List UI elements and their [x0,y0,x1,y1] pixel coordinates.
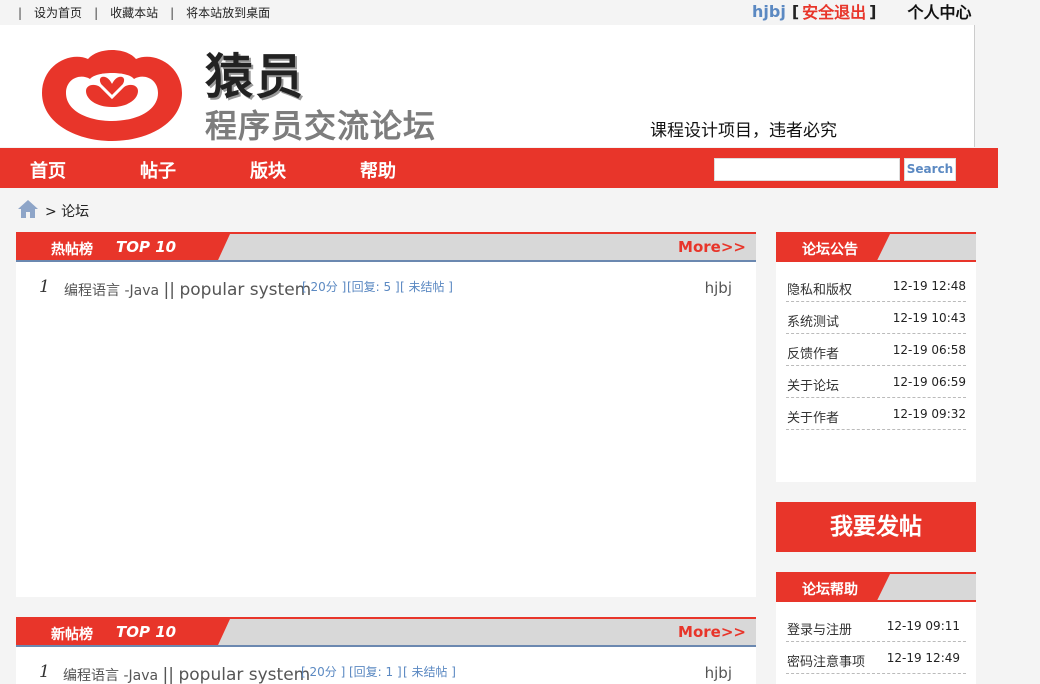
main-nav: 首页 帖子 版块 帮助 Search [0,148,998,188]
nav-item-home[interactable]: 首页 [30,157,66,183]
post-replies: [回复: 1 ] [349,665,402,679]
post-separator: || [163,280,176,300]
list-item: 1 编程语言 -Java || popular system [ 20分 ] [… [16,661,756,684]
site-header: 猿员 程序员交流论坛 课程设计项目，违者必究 [0,25,975,147]
logo-icon[interactable] [36,41,188,149]
slogan: 课程设计项目，违者必究 [650,121,837,141]
new-post-button[interactable]: 我要发帖 [776,502,976,552]
top-links: | 设为首页 | 收藏本站 | 将本站放到桌面 [18,4,282,21]
separator: | [18,5,23,20]
post-title: popular system [179,280,312,300]
separator: | [94,5,99,20]
help-item: 登录与注册 12-19 09:11 [786,610,966,642]
logout-link[interactable]: 安全退出 [802,0,866,23]
announcements-panel: 论坛公告 隐私和版权 12-19 12:48 系统测试 12-19 10:43 … [776,232,976,482]
bracket-close: ] [869,1,877,21]
search-button[interactable]: Search [904,158,956,181]
announcement-date: 12-19 10:43 [892,311,966,325]
new-posts-title: 新帖榜 [51,627,93,643]
post-category: 编程语言 [63,668,119,684]
home-icon[interactable] [17,199,39,223]
announcement-item: 关于作者 12-19 09:32 [786,398,966,430]
user-center-link[interactable]: 个人中心 [907,0,971,23]
hot-posts-panel: 热帖榜 TOP 10 More>> 1 编程语言 -Java || popula… [16,232,756,597]
help-panel: 论坛帮助 登录与注册 12-19 09:11 密码注意事项 12-19 12:4… [776,572,976,684]
announcements-header: 论坛公告 [776,232,976,262]
nav-item-boards[interactable]: 版块 [250,157,286,183]
announcement-link[interactable]: 关于论坛 [787,375,839,394]
post-status: [ 未结帖 ] [400,280,453,294]
announcement-item: 反馈作者 12-19 06:58 [786,334,966,366]
announcement-item: 隐私和版权 12-19 12:48 [786,270,966,302]
nav-item-posts[interactable]: 帖子 [140,157,176,183]
post-replies: [回复: 5 ] [347,280,400,294]
brand-subtitle: 程序员交流论坛 [205,107,437,145]
hot-posts-title: 热帖榜 [51,242,93,258]
rank-number: 1 [39,277,50,297]
post-score: [ 20分 ] [301,665,346,679]
post-title: popular system [178,665,311,684]
announcement-date: 12-19 06:59 [892,375,966,389]
announcement-item: 关于论坛 12-19 06:59 [786,366,966,398]
username[interactable]: hjbj [752,2,786,21]
rank-number: 1 [39,662,50,682]
bookmark-link[interactable]: 收藏本站 [110,4,158,21]
help-header: 论坛帮助 [776,572,976,602]
help-date: 12-19 09:11 [886,619,960,633]
new-posts-header: 新帖榜 TOP 10 More>> [16,617,756,647]
new-more-link[interactable]: More>> [678,623,746,641]
set-homepage-link[interactable]: 设为首页 [34,4,82,21]
hot-more-link[interactable]: More>> [678,238,746,256]
help-date: 12-19 12:49 [886,651,960,665]
post-author[interactable]: hjbj [705,279,732,297]
post-link[interactable]: 编程语言 -Java || popular system [63,665,310,684]
top10-label: TOP 10 [116,623,177,641]
help-link[interactable]: 登录与注册 [787,619,852,638]
announcement-date: 12-19 09:32 [892,407,966,421]
announcement-date: 12-19 06:58 [892,343,966,357]
help-title: 论坛帮助 [802,582,858,598]
post-separator: || [162,665,175,684]
user-box: hjbj [ 安全退出 ] 个人中心 [752,0,971,23]
announcement-item: 系统测试 12-19 10:43 [786,302,966,334]
brand-name: 猿员 [205,49,306,105]
announcement-link[interactable]: 关于作者 [787,407,839,426]
breadcrumb: > 论坛 [17,199,89,223]
nav-item-help[interactable]: 帮助 [360,157,396,183]
bracket-open: [ [791,1,800,21]
announcements-title: 论坛公告 [802,242,858,258]
announcement-link[interactable]: 反馈作者 [787,343,839,362]
new-posts-panel: 新帖榜 TOP 10 More>> 1 编程语言 -Java || popula… [16,617,756,684]
help-item: 密码注意事项 12-19 12:49 [786,642,966,674]
desktop-shortcut-link[interactable]: 将本站放到桌面 [186,4,270,21]
list-item: 1 编程语言 -Java || popular system [ 20分 ] [… [16,276,756,300]
post-score: [ 20分 ] [302,280,347,294]
post-language: Java [129,283,160,299]
announcement-date: 12-19 12:48 [892,279,966,293]
top10-label: TOP 10 [116,238,177,256]
breadcrumb-text: > 论坛 [45,204,90,220]
announcement-link[interactable]: 系统测试 [787,311,839,330]
hot-posts-header: 热帖榜 TOP 10 More>> [16,232,756,262]
search-input[interactable] [714,158,900,181]
post-author[interactable]: hjbj [705,664,732,682]
separator: | [170,5,175,20]
help-link[interactable]: 密码注意事项 [787,651,865,670]
announcement-link[interactable]: 隐私和版权 [787,279,852,298]
post-link[interactable]: 编程语言 -Java || popular system [64,280,311,300]
post-language: Java [128,668,159,684]
top-utility-bar: | 设为首页 | 收藏本站 | 将本站放到桌面 hjbj [ 安全退出 ] 个人… [0,0,1040,24]
post-status: [ 未结帖 ] [403,665,456,679]
post-category: 编程语言 [64,283,120,299]
